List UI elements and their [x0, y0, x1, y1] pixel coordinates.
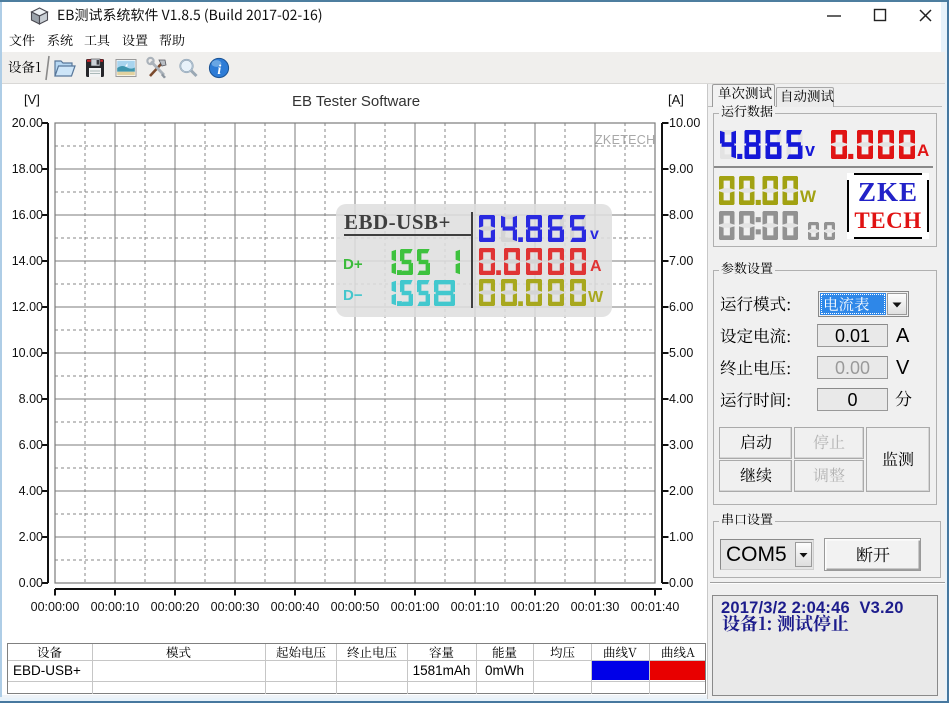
svg-text:i: i — [217, 63, 221, 78]
